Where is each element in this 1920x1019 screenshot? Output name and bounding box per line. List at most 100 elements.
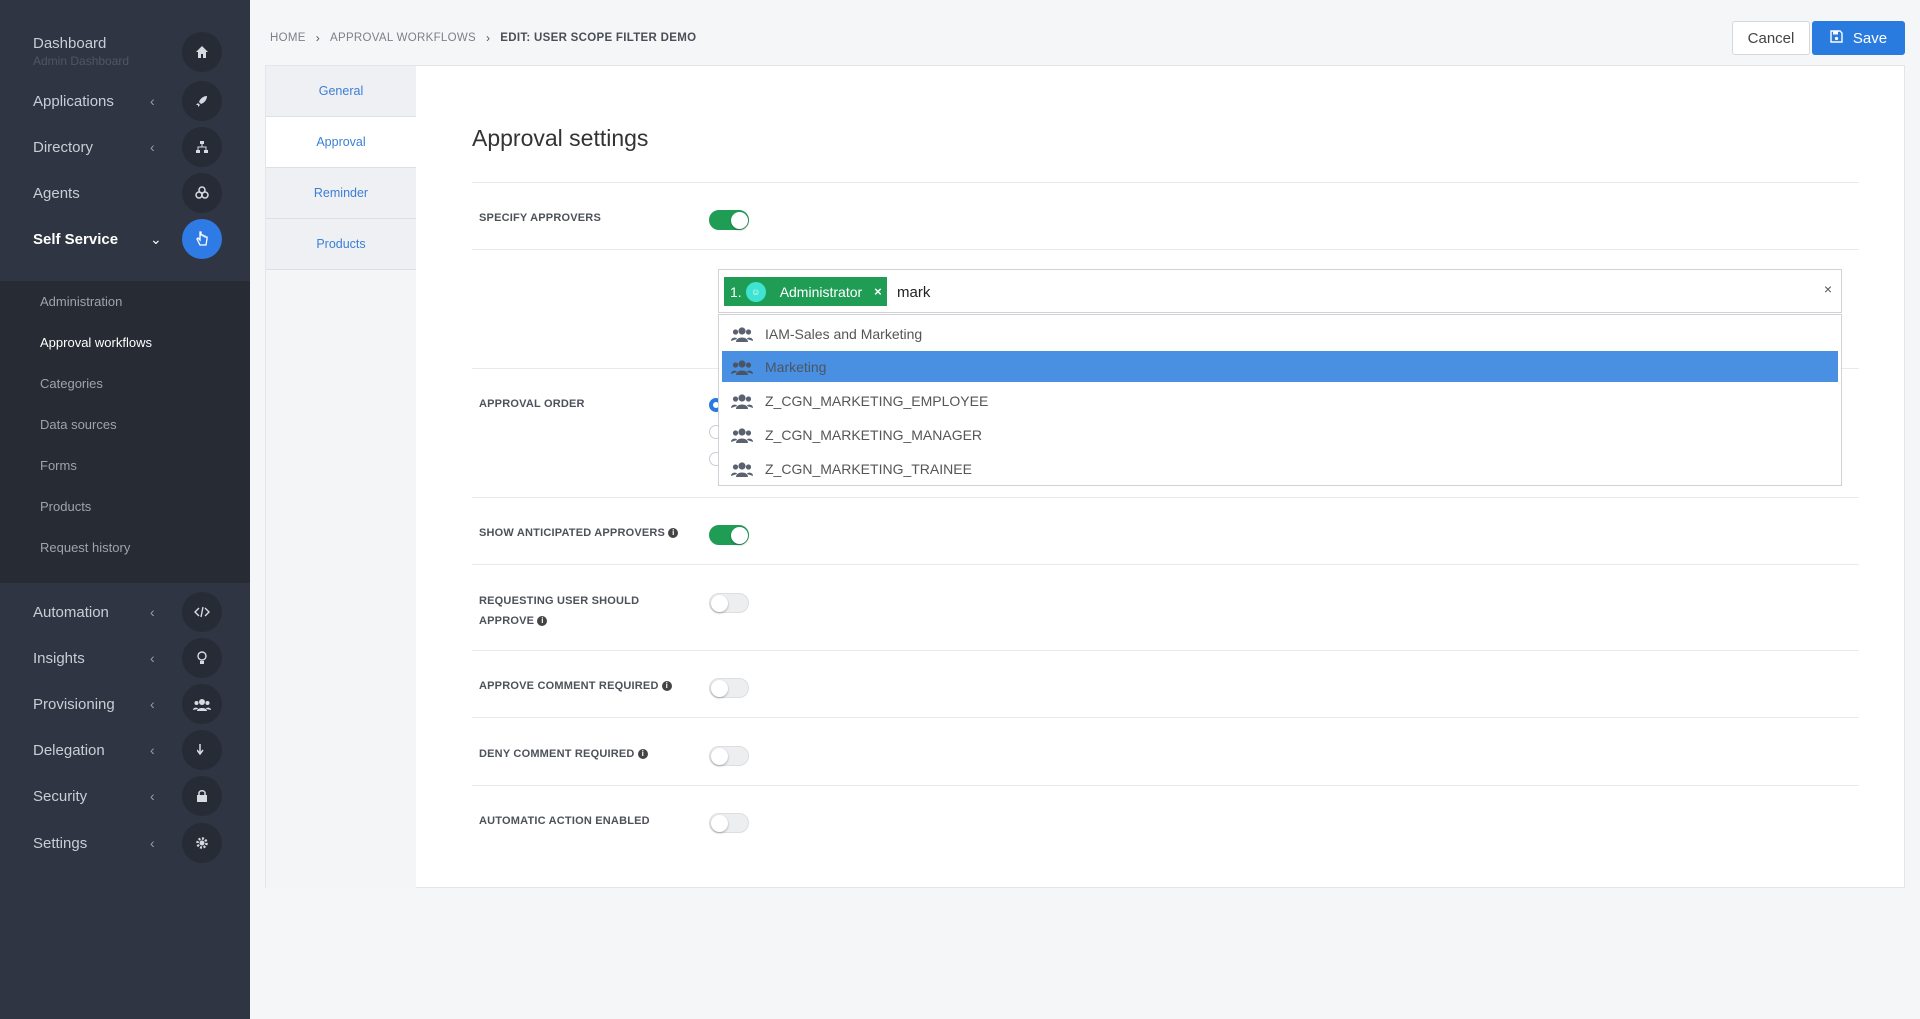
option-label: Z_CGN_MARKETING_MANAGER	[765, 426, 983, 443]
chevron-left-icon: ‹	[150, 835, 155, 851]
approver-tag-name: Administrator	[779, 283, 863, 300]
sidebar-item-label: Settings	[33, 834, 88, 852]
lock-icon	[182, 776, 222, 816]
submenu-item-request-history[interactable]: Request history	[40, 540, 130, 555]
toggle-knob	[711, 815, 728, 832]
label-text: REQUESTING USER SHOULD	[479, 595, 640, 607]
sidebar-item-security[interactable]: Security ‹	[0, 773, 250, 819]
sidebar-item-label: Applications	[33, 92, 114, 110]
approver-search-input[interactable]	[897, 280, 1497, 304]
avatar: ☺	[745, 281, 766, 302]
clear-selection-icon[interactable]: ×	[1824, 281, 1832, 297]
approve-comment-required-label: APPROVE COMMENT REQUIRED i	[479, 676, 672, 696]
deny-comment-required-toggle[interactable]	[709, 746, 749, 766]
info-icon[interactable]: i	[637, 749, 648, 760]
sidebar: Dashboard Admin Dashboard Applications ‹…	[0, 0, 250, 1019]
breadcrumb-approval-workflows[interactable]: APPROVAL WORKFLOWS	[330, 32, 476, 44]
info-icon[interactable]: i	[661, 681, 672, 692]
save-button-label: Save	[1852, 29, 1888, 47]
sidebar-item-insights[interactable]: Insights ‹	[0, 635, 250, 681]
deny-comment-required-label: DENY COMMENT REQUIRED i	[479, 744, 648, 764]
show-anticipated-approvers-toggle[interactable]	[709, 525, 749, 545]
user-group-icon	[731, 461, 757, 477]
dropdown-option[interactable]: IAM-Sales and Marketing	[722, 318, 1838, 349]
approver-tag: 1. ☺ Administrator ×	[724, 277, 887, 306]
chevron-left-icon: ‹	[150, 93, 155, 109]
divider	[472, 564, 1859, 565]
specify-approvers-label: SPECIFY APPROVERS	[479, 212, 601, 224]
sidebar-item-label: Dashboard	[33, 35, 107, 52]
approve-comment-required-toggle[interactable]	[709, 678, 749, 698]
gear-icon	[182, 823, 222, 863]
divider	[472, 650, 1859, 651]
info-icon[interactable]: i	[668, 528, 679, 539]
user-group-icon	[731, 326, 757, 342]
sidebar-item-label: Self Service	[33, 230, 119, 248]
submenu-item-data-sources[interactable]: Data sources	[40, 417, 117, 432]
info-icon[interactable]: i	[537, 616, 548, 627]
sidebar-item-label: Insights	[33, 649, 85, 667]
sidebar-item-label: Delegation	[33, 741, 105, 759]
tab-approval[interactable]: Approval	[266, 117, 430, 169]
page-title: Approval settings	[472, 125, 649, 151]
dropdown-option[interactable]: Z_CGN_MARKETING_TRAINEE	[722, 453, 1838, 484]
tab-general[interactable]: General	[266, 66, 416, 117]
submenu-item-approval-workflows[interactable]: Approval workflows	[40, 335, 152, 350]
submenu-item-categories[interactable]: Categories	[40, 376, 103, 391]
requesting-user-approve-label: REQUESTING USER SHOULD APPROVE i	[479, 591, 639, 631]
remove-tag-icon[interactable]: ×	[874, 284, 882, 299]
option-label: IAM-Sales and Marketing	[765, 325, 923, 342]
sidebar-item-dashboard[interactable]: Dashboard Admin Dashboard	[0, 28, 250, 74]
sidebar-item-provisioning[interactable]: Provisioning ‹	[0, 681, 250, 727]
dropdown-option-highlighted[interactable]: Marketing	[722, 351, 1838, 382]
chevron-left-icon: ‹	[150, 742, 155, 758]
lightbulb-icon	[182, 638, 222, 678]
home-icon	[182, 32, 222, 72]
breadcrumb-home[interactable]: HOME	[270, 32, 306, 44]
sidebar-item-agents[interactable]: Agents	[0, 170, 250, 216]
chevron-left-icon: ‹	[150, 139, 155, 155]
sidebar-item-label: Directory	[33, 138, 94, 156]
sidebar-item-label: Security	[33, 787, 88, 805]
requesting-user-approve-toggle[interactable]	[709, 593, 749, 613]
chevron-left-icon: ‹	[150, 650, 155, 666]
tab-products[interactable]: Products	[266, 219, 416, 270]
user-group-icon	[731, 359, 757, 375]
sidebar-item-settings[interactable]: Settings ‹	[0, 820, 250, 866]
toggle-knob	[731, 212, 748, 229]
chevron-right-icon: ›	[485, 31, 491, 45]
submenu-item-products[interactable]: Products	[40, 499, 91, 514]
sidebar-item-label: Automation	[33, 603, 109, 621]
approver-select[interactable]: 1. ☺ Administrator × ×	[718, 269, 1842, 313]
cancel-button[interactable]: Cancel	[1732, 21, 1810, 55]
label-text: APPROVE COMMENT REQUIRED	[479, 680, 659, 692]
option-label: Z_CGN_MARKETING_TRAINEE	[765, 460, 972, 477]
divider	[472, 785, 1859, 786]
toggle-knob	[711, 680, 728, 697]
label-text: SHOW ANTICIPATED APPROVERS	[479, 527, 666, 539]
specify-approvers-toggle[interactable]	[709, 210, 749, 230]
code-icon	[182, 592, 222, 632]
dropdown-option[interactable]: Z_CGN_MARKETING_EMPLOYEE	[722, 385, 1838, 416]
sidebar-item-applications[interactable]: Applications ‹	[0, 78, 250, 124]
approver-tag-number: 1.	[730, 283, 742, 300]
divider	[472, 717, 1859, 718]
tab-active-arrow	[416, 117, 430, 169]
chevron-right-icon: ›	[315, 31, 320, 45]
sidebar-item-directory[interactable]: Directory ‹	[0, 124, 250, 170]
automatic-action-enabled-toggle[interactable]	[709, 813, 749, 833]
submenu-item-administration[interactable]: Administration	[40, 294, 122, 309]
sidebar-item-automation[interactable]: Automation ‹	[0, 589, 250, 635]
sidebar-item-self-service[interactable]: Self Service ⌄	[0, 216, 250, 262]
dropdown-option[interactable]: Z_CGN_MARKETING_MANAGER	[722, 419, 1838, 450]
user-group-icon	[731, 393, 757, 409]
sidebar-item-label: Agents	[33, 184, 80, 202]
tab-approval-label: Approval	[316, 135, 366, 149]
self-service-submenu: Administration Approval workflows Catego…	[0, 281, 250, 583]
sitemap-icon	[182, 127, 222, 167]
toggle-knob	[711, 748, 728, 765]
sidebar-item-delegation[interactable]: Delegation ‹	[0, 727, 250, 773]
submenu-item-forms[interactable]: Forms	[40, 458, 77, 473]
tab-reminder[interactable]: Reminder	[266, 168, 416, 219]
save-button[interactable]: Save	[1812, 21, 1905, 55]
